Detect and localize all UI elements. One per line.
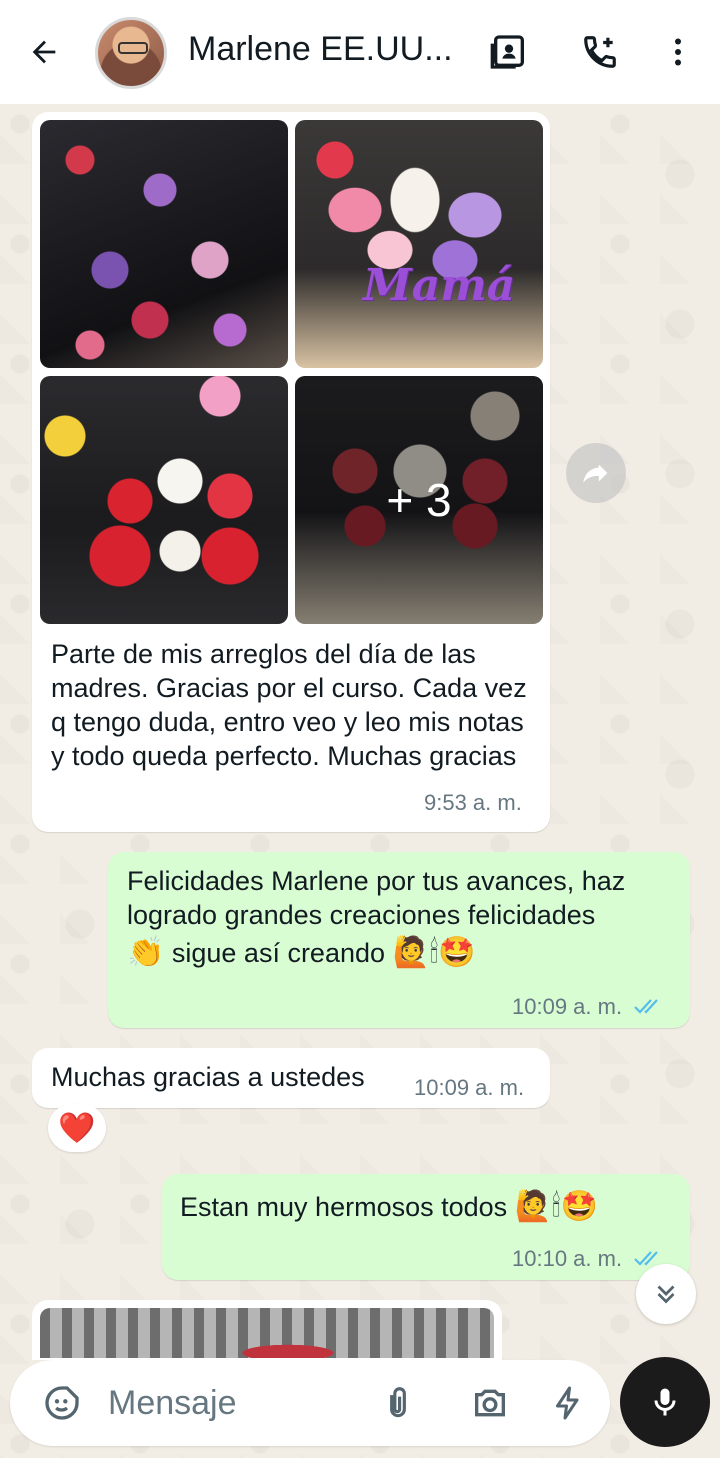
album-photo-more[interactable]: + 3	[295, 376, 543, 624]
person-raising-hand-emoji: 🙋	[392, 935, 430, 970]
message-text: Estan muy hermosos todos	[180, 1192, 508, 1222]
message-composer	[10, 1360, 610, 1446]
contact-name[interactable]: Marlene EE.UU...	[188, 30, 458, 69]
scroll-to-bottom-icon[interactable]	[636, 1264, 696, 1324]
album-more-count: + 3	[386, 474, 452, 526]
message-text: Felicidades Marlene por tus avances, haz…	[127, 864, 682, 970]
more-vert-icon[interactable]	[656, 30, 700, 74]
album-photo[interactable]: Mamá	[295, 120, 543, 368]
mic-icon[interactable]	[620, 1357, 710, 1447]
message-time-row: 10:09 a. m.	[512, 994, 666, 1021]
message-text-line: logrado grandes creaciones felicidades	[127, 900, 596, 930]
message-text-line: Felicidades Marlene por tus avances, haz	[127, 866, 626, 896]
sticker-icon[interactable]	[40, 1381, 84, 1425]
message-bubble-outgoing[interactable]: Felicidades Marlene por tus avances, haz…	[108, 852, 690, 1028]
candle-emoji: 🕯	[552, 1189, 561, 1224]
album-photo[interactable]	[40, 376, 288, 624]
message-time-row: 10:10 a. m.	[512, 1246, 666, 1273]
contact-card-icon[interactable]	[487, 30, 531, 74]
message-photo-partial[interactable]	[40, 1308, 494, 1358]
back-arrow-icon[interactable]	[22, 30, 66, 74]
bolt-icon[interactable]	[546, 1381, 590, 1425]
message-bubble-incoming[interactable]: Muchas gracias a ustedes 10:09 a. m.	[32, 1048, 550, 1108]
message-text-line: sigue así creando	[171, 938, 386, 968]
attach-icon[interactable]	[376, 1381, 420, 1425]
message-text-line-with-emoji: Estan muy hermosos todos 🙋🕯🤩	[180, 1190, 598, 1224]
message-time: 9:53 a. m.	[424, 790, 522, 815]
add-call-icon[interactable]	[578, 30, 622, 74]
camera-icon[interactable]	[468, 1381, 512, 1425]
contact-avatar[interactable]	[95, 17, 167, 89]
photo-overlay-text: Mamá	[363, 260, 516, 311]
heart-emoji: ❤️	[58, 1110, 96, 1146]
message-time: 10:09 a. m.	[512, 994, 623, 1019]
message-bubble-incoming[interactable]: Mamá + 3 Parte de mis arreglos del día d…	[32, 112, 550, 832]
clapping-hands-emoji: 👏	[127, 935, 165, 970]
star-struck-emoji: 🤩	[560, 1189, 598, 1224]
message-time: 10:10 a. m.	[512, 1246, 623, 1271]
read-ticks-icon	[634, 995, 666, 1021]
star-struck-emoji: 🤩	[438, 935, 476, 970]
chat-header: Marlene EE.UU...	[0, 0, 720, 104]
album-photo[interactable]	[40, 120, 288, 368]
message-text-line-with-emoji: 👏 sigue así creando 🙋🕯🤩	[127, 936, 682, 970]
message-input[interactable]	[108, 1382, 358, 1424]
reaction-badge[interactable]: ❤️	[48, 1104, 106, 1152]
message-time: 10:09 a. m.	[414, 1075, 525, 1100]
message-bubble-outgoing[interactable]: Estan muy hermosos todos 🙋🕯🤩 10:10 a. m.	[162, 1174, 690, 1280]
forward-icon[interactable]	[566, 443, 626, 503]
message-text: Parte de mis arreglos del día de las mad…	[51, 639, 527, 771]
person-raising-hand-emoji: 🙋	[514, 1189, 553, 1224]
message-text: Muchas gracias a ustedes	[51, 1062, 365, 1092]
